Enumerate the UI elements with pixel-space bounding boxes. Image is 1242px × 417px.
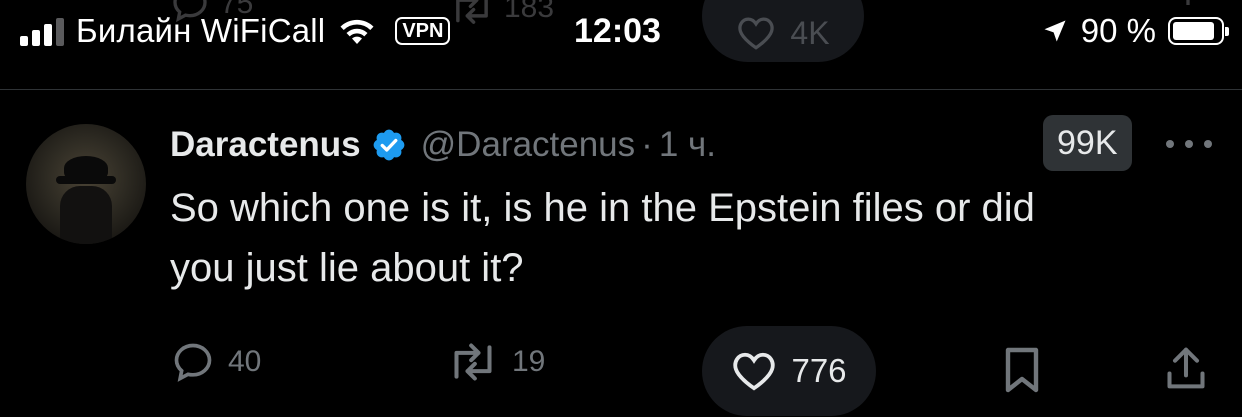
battery-percentage: 90 % <box>1080 12 1156 49</box>
like-count: 776 <box>791 352 847 389</box>
verified-badge-icon <box>371 127 407 163</box>
tweet-text: So which one is it, is he in the Epstein… <box>170 186 1035 290</box>
wifi-icon <box>340 19 374 44</box>
status-bar-right: 90 % <box>1041 12 1229 50</box>
battery-icon <box>1168 17 1229 45</box>
status-bar: Билайн WiFiCall VPN 12:03 90 % <box>0 0 1242 66</box>
display-name[interactable]: Daractenus <box>170 125 361 165</box>
status-bar-left: Билайн WiFiCall VPN <box>20 12 451 50</box>
tweet-header: Daractenus @Daractenus · 1 ч. <box>170 120 716 170</box>
tweet-timestamp[interactable]: 1 ч. <box>659 125 716 165</box>
heart-icon <box>733 352 776 391</box>
header-separator: · <box>641 125 653 164</box>
reply-count: 40 <box>228 345 262 378</box>
share-button[interactable] <box>1164 344 1208 392</box>
cellular-signal-icon <box>20 16 64 46</box>
reply-button[interactable]: 40 <box>170 340 261 384</box>
bookmark-button[interactable] <box>1000 346 1044 394</box>
share-icon <box>1167 347 1205 389</box>
user-handle[interactable]: @Daractenus <box>421 125 636 165</box>
retweet-count: 19 <box>512 345 546 378</box>
retweet-button[interactable]: 19 <box>446 340 545 384</box>
carrier-name: Билайн WiFiCall <box>76 12 326 49</box>
location-arrow-icon <box>1044 20 1066 42</box>
avatar[interactable] <box>26 124 146 244</box>
like-button[interactable]: 776 <box>702 326 876 416</box>
battery-level-fill <box>1173 22 1215 40</box>
views-badge[interactable]: 99K <box>1043 115 1132 171</box>
reply-icon <box>174 343 212 382</box>
retweet-icon <box>454 343 492 381</box>
vpn-badge: VPN <box>395 17 451 45</box>
bookmark-icon <box>1005 347 1039 393</box>
more-options-button[interactable] <box>1166 127 1212 161</box>
status-time: 12:03 <box>574 12 661 50</box>
tweet-divider <box>0 89 1242 90</box>
